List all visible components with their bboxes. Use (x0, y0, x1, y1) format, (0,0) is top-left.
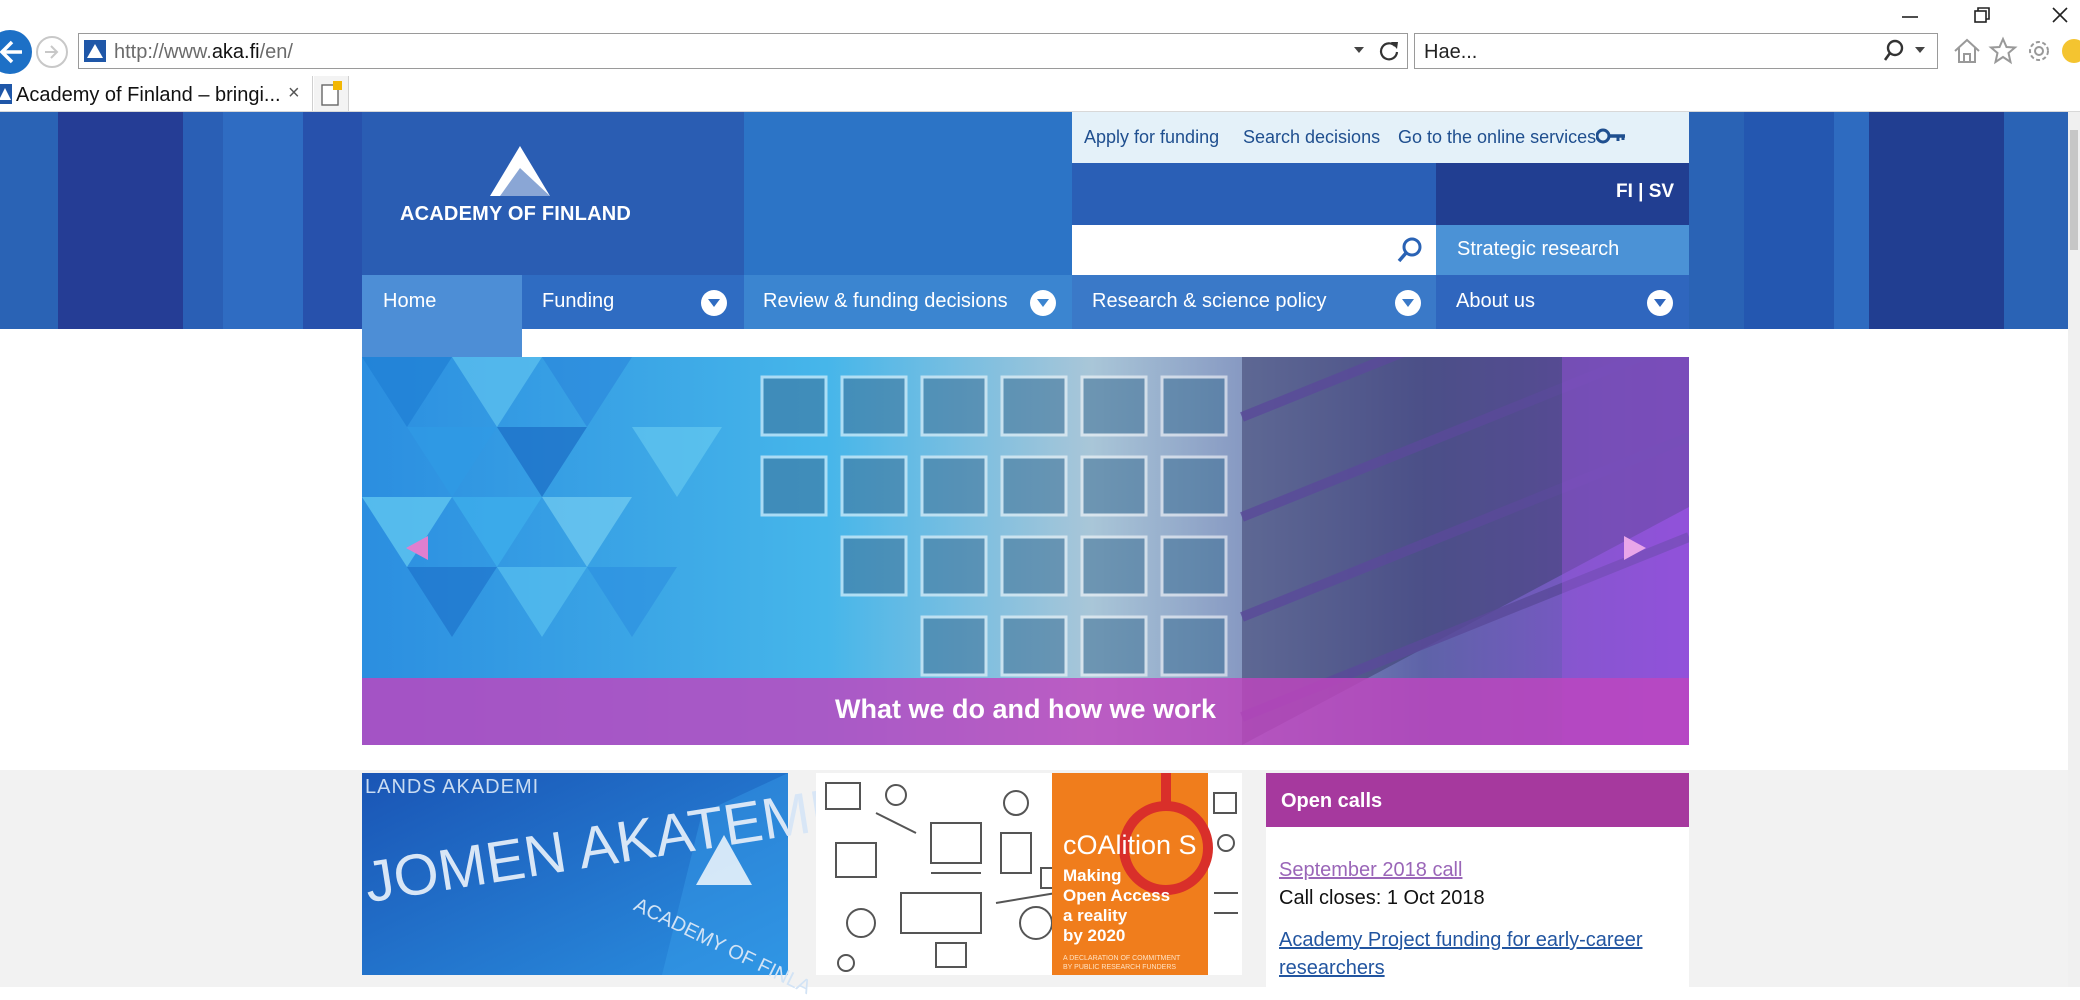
minimize-icon (1902, 16, 1918, 18)
back-arrow-icon (0, 40, 22, 64)
nav-about-label: About us (1456, 290, 1535, 312)
slogan-line-3: a reality (1063, 906, 1128, 925)
favorites-star-icon[interactable] (1988, 36, 2018, 66)
language-switcher[interactable]: FI | SV (1616, 181, 1674, 203)
address-domain: aka.fi (211, 41, 260, 63)
tab-title: Academy of Finland – bringi... (16, 84, 281, 106)
back-button[interactable] (0, 30, 32, 74)
address-suffix: /en/ (259, 41, 293, 63)
academy-logo-text[interactable]: ACADEMY OF FINLAND (400, 203, 631, 226)
review-chevron-down-icon[interactable] (1030, 290, 1056, 316)
settings-gear-icon[interactable] (2024, 36, 2054, 66)
slogan-line-2: Open Access (1063, 886, 1171, 905)
address-text[interactable]: http://www.aka.fi/en/ (114, 41, 293, 64)
close-icon (2052, 7, 2068, 23)
card1-text-top: LANDS AKADEMI (365, 776, 540, 798)
forward-arrow-icon (45, 45, 59, 59)
funding-chevron-down-icon[interactable] (701, 290, 727, 316)
site-search-icon[interactable] (1396, 236, 1424, 264)
search-dropdown-icon[interactable] (1914, 44, 1926, 56)
refresh-icon[interactable] (1376, 38, 1402, 64)
carousel-next-arrow-icon[interactable] (1620, 534, 1648, 562)
browser-search-icon[interactable] (1884, 38, 1910, 64)
coalition-s-slogan: Making Open Access a reality by 2020 (1063, 866, 1170, 946)
tab-favicon (0, 84, 12, 104)
site-search-input[interactable] (1072, 225, 1436, 275)
restore-button[interactable] (1952, 0, 2012, 30)
nav-home-label: Home (383, 290, 437, 312)
open-calls-title: Open calls (1281, 790, 1383, 812)
apply-for-funding-link[interactable]: Apply for funding (1084, 127, 1219, 148)
academy-logo-triangle-icon (490, 146, 550, 198)
home-icon[interactable] (1952, 36, 1982, 66)
nav-review-label: Review & funding decisions (763, 290, 1008, 312)
address-prefix: http://www. (114, 41, 212, 63)
card2-graphic (816, 773, 1242, 975)
minimize-button[interactable] (1880, 0, 1940, 30)
about-chevron-down-icon[interactable] (1647, 290, 1673, 316)
new-tab-icon (321, 81, 342, 106)
strategic-research-label: Strategic research (1457, 238, 1620, 260)
key-icon (1596, 128, 1626, 144)
nav-home[interactable] (362, 275, 522, 357)
slogan-line-4: by 2020 (1063, 926, 1126, 945)
forward-button[interactable] (36, 36, 68, 68)
browser-search-placeholder: Hae... (1424, 41, 1478, 63)
early-career-funding-link-cont[interactable]: researchers (1279, 957, 1385, 980)
site-favicon (84, 40, 106, 62)
nav-research-label: Research & science policy (1092, 290, 1327, 312)
address-dropdown-icon[interactable] (1352, 42, 1366, 56)
coalition-s-card[interactable] (816, 773, 1242, 975)
research-chevron-down-icon[interactable] (1395, 290, 1421, 316)
carousel-prev-arrow-icon[interactable] (404, 534, 432, 562)
online-services-link[interactable]: Go to the online services (1398, 127, 1596, 148)
call-closes-text: Call closes: 1 Oct 2018 (1279, 887, 1485, 909)
tab-close-icon[interactable]: × (288, 82, 300, 105)
fine-print-line-1: A DECLARATION OF COMMITMENT (1063, 955, 1181, 962)
coalition-s-brand: cOAlition S (1063, 830, 1197, 860)
hero-caption-text[interactable]: What we do and how we work (362, 694, 1689, 725)
scrollbar-thumb[interactable] (2070, 130, 2078, 250)
early-career-funding-link[interactable]: Academy Project funding for early-career (1279, 929, 1643, 952)
slogan-line-1: Making (1063, 866, 1122, 885)
smiley-feedback-icon[interactable] (2060, 37, 2080, 65)
restore-icon (1974, 7, 1990, 23)
september-call-link[interactable]: September 2018 call (1279, 859, 1462, 882)
close-window-button[interactable] (2030, 0, 2080, 30)
fine-print-line-2: BY PUBLIC RESEARCH FUNDERS (1063, 964, 1177, 971)
nav-funding-label: Funding (542, 290, 615, 312)
coalition-s-fine-print: A DECLARATION OF COMMITMENT BY PUBLIC RE… (1063, 954, 1180, 972)
browser-search-box[interactable] (1414, 33, 1938, 69)
search-decisions-link[interactable]: Search decisions (1243, 127, 1380, 148)
new-tab-button[interactable] (314, 76, 349, 112)
